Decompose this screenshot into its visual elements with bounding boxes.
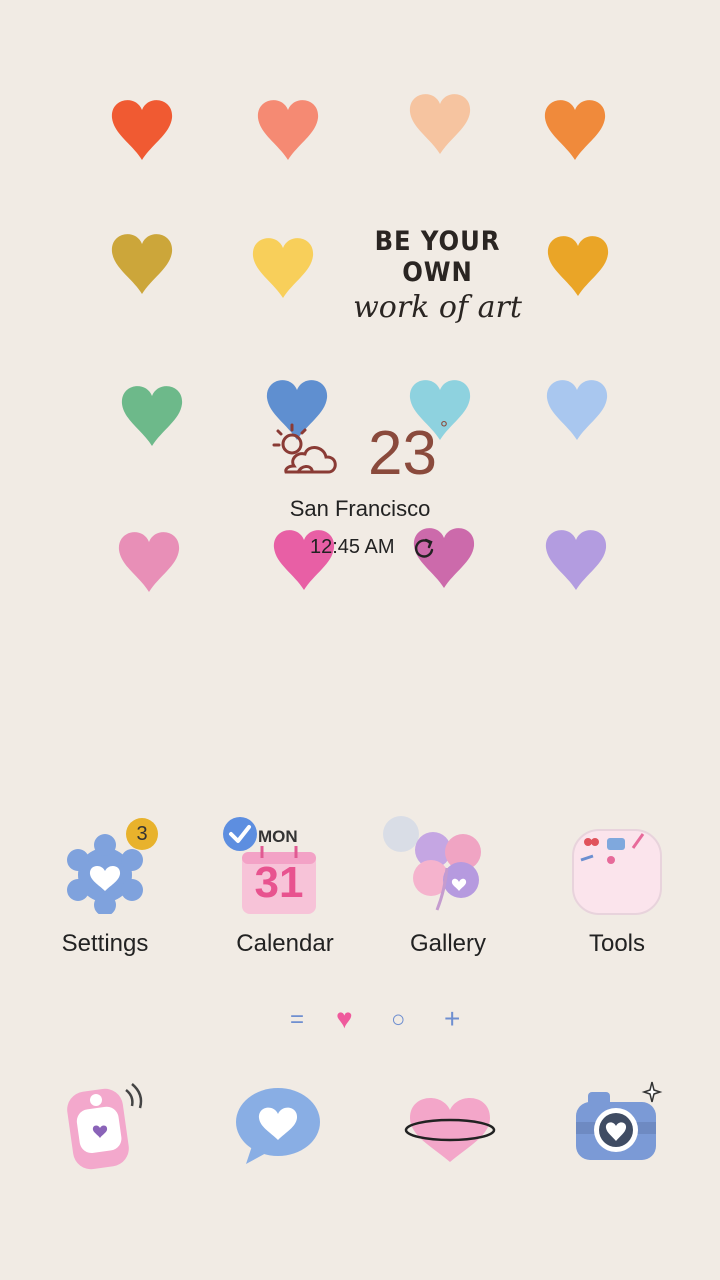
dock-camera[interactable] (570, 1078, 670, 1178)
dock-internet[interactable] (400, 1078, 500, 1178)
dock-messages[interactable] (228, 1078, 328, 1178)
message-icon (236, 1088, 320, 1164)
menu-lines-icon[interactable]: = (290, 1006, 304, 1034)
clover-icon (413, 832, 481, 911)
heart-icon (257, 100, 319, 160)
weather-time: 12:45 AM (310, 536, 395, 558)
add-page-icon[interactable]: + (444, 1003, 460, 1035)
calendar-day: MON (258, 827, 298, 846)
phone-icon (67, 1083, 143, 1170)
tools-folder-icon (572, 829, 662, 915)
quote-line-1: BE YOUR OWN (374, 226, 501, 288)
temperature: 23 (368, 419, 437, 488)
dock-phone[interactable] (52, 1078, 152, 1178)
degree-symbol: ° (440, 418, 448, 440)
app-tools[interactable]: Tools (542, 829, 692, 962)
app-label-calendar: Calendar (236, 930, 334, 957)
heart-icon (118, 532, 180, 592)
heart-icon (546, 380, 608, 440)
heart-icon (545, 530, 607, 590)
camera-icon (576, 1081, 663, 1160)
app-label-tools: Tools (588, 930, 646, 957)
quote-line-2: work of art (353, 290, 522, 325)
page-dot-icon[interactable]: ○ (391, 1006, 406, 1034)
wallpaper-quote: BE YOUR OWN work of art (345, 226, 530, 325)
heart-icon (547, 236, 609, 296)
heart-icon (252, 238, 314, 298)
heart-icon (409, 94, 471, 154)
app-label-gallery: Gallery (409, 930, 487, 957)
notification-badge: 3 (126, 818, 158, 850)
heart-icon (544, 100, 606, 160)
page-indicator: = ♥ ○ + (0, 1003, 720, 1038)
app-calendar[interactable]: MON 31 Calendar (210, 817, 360, 962)
internet-heart-icon (404, 1098, 496, 1162)
calendar-date: 31 (254, 858, 304, 907)
partly-cloudy-icon (272, 423, 337, 474)
refresh-icon[interactable] (412, 537, 436, 561)
app-gallery[interactable]: Gallery (373, 816, 523, 962)
weather-city: San Francisco (289, 496, 431, 521)
heart-icon (111, 100, 173, 160)
heart-icon (121, 386, 183, 446)
app-label-settings: Settings (61, 930, 149, 957)
heart-icon (111, 234, 173, 294)
app-settings[interactable]: 3 Settings (30, 818, 180, 962)
current-page-heart-icon[interactable]: ♥ (336, 1003, 353, 1035)
